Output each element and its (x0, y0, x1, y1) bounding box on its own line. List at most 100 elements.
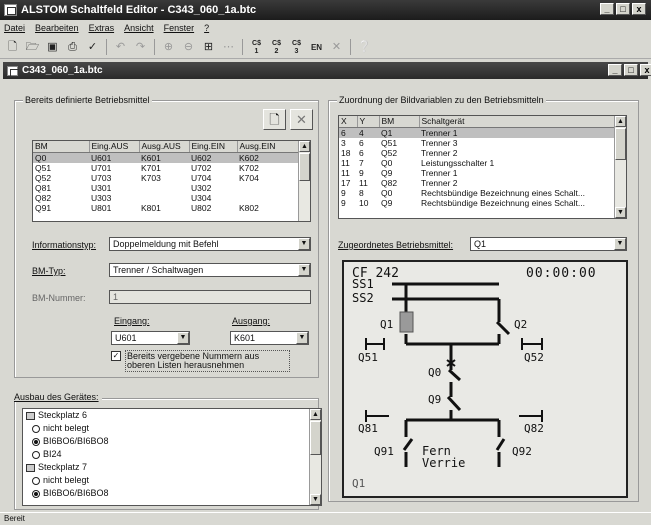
check-icon[interactable]: ✓ (84, 39, 101, 56)
col-header[interactable]: Eing.EIN (189, 141, 238, 153)
menu-bearbeiten[interactable]: Bearbeiten (35, 23, 79, 33)
bm-typ-select[interactable]: Trenner / Schaltwagen ▼ (109, 263, 311, 277)
save-icon[interactable]: ▣ (44, 39, 61, 56)
cross-icon[interactable]: ✕ (328, 39, 345, 56)
list-item[interactable]: Steckplatz 7 (26, 461, 321, 474)
dropdown-arrow-icon[interactable]: ▼ (296, 332, 308, 344)
table-row[interactable]: Q82 U303 U304 (33, 193, 310, 203)
maximize-button[interactable]: □ (616, 3, 630, 15)
menu-ansicht[interactable]: Ansicht (124, 23, 154, 33)
open-folder-icon[interactable]: 🗁 (24, 39, 41, 56)
menu-extras[interactable]: Extras (89, 23, 115, 33)
zoom-fit-icon[interactable]: ⊞ (200, 39, 217, 56)
exclude-numbers-checkbox[interactable]: ✓ (111, 351, 121, 361)
ausgang-select[interactable]: K601 ▼ (230, 331, 309, 345)
bm-table[interactable]: BM Eing.AUS Ausg.AUS Eing.EIN Ausg.EIN Q… (32, 140, 311, 222)
print-icon[interactable]: ⎙ (64, 39, 81, 56)
doc-maximize-button[interactable]: □ (624, 64, 638, 76)
ausbau-scrollbar[interactable]: ▲ ▼ (309, 409, 321, 505)
scroll-thumb[interactable] (310, 421, 321, 455)
menu-datei[interactable]: Datei (4, 23, 25, 33)
dropdown-arrow-icon[interactable]: ▼ (298, 264, 310, 276)
en-button[interactable]: EN (308, 39, 325, 56)
minimize-button[interactable]: _ (600, 3, 614, 15)
zugeordnet-select[interactable]: Q1 ▼ (470, 237, 627, 251)
redo-icon[interactable]: ↷ (132, 39, 149, 56)
cell: Trenner 2 (421, 177, 458, 188)
new-entry-button[interactable]: 🗋 (263, 109, 286, 130)
c2-button[interactable]: C$ 2 (268, 39, 285, 56)
col-header[interactable]: Y (357, 116, 380, 128)
list-item[interactable]: Steckplatz 6 (26, 409, 321, 422)
table-row[interactable]: Q52 U703 K703 U704 K704 (33, 173, 310, 183)
table-row[interactable]: Q81 U301 U302 (33, 183, 310, 193)
field-diagram[interactable]: CF 242 00:00:00 SS1 SS2 Q1 Q2 Q51 Q52 Q0… (342, 260, 628, 498)
slot-icon (26, 411, 35, 420)
list-item[interactable]: nicht belegt (26, 474, 321, 487)
radio-button[interactable] (32, 476, 40, 485)
new-file-icon[interactable]: 🗋 (4, 39, 21, 56)
c3-button[interactable]: C$ 3 (288, 39, 305, 56)
scroll-up-arrow-icon[interactable]: ▲ (310, 409, 321, 420)
close-button[interactable]: x (632, 3, 646, 15)
scroll-thumb[interactable] (615, 128, 626, 160)
zuordnung-table[interactable]: X Y BM Schaltgerät 6 4 Q1 Trenner 1 3 6 Q51 Tr… (338, 115, 627, 219)
scroll-thumb[interactable] (299, 153, 310, 181)
table-row[interactable]: Q51 U701 K701 U702 K702 (33, 163, 310, 173)
informationstyp-select[interactable]: Doppelmeldung mit Befehl ▼ (109, 237, 311, 251)
table-row[interactable]: 6 4 Q1 Trenner 1 (339, 127, 626, 138)
table-row[interactable]: 18 6 Q52 Trenner 2 (339, 148, 626, 158)
radio-button[interactable] (32, 450, 40, 459)
table-row[interactable]: 9 8 Q0 Rechtsbündige Bezeichnung eines Scha… (339, 188, 626, 198)
list-item[interactable]: nicht belegt (26, 422, 321, 435)
cell: 6 (359, 137, 364, 148)
cell: Q51 (35, 162, 52, 173)
scroll-down-arrow-icon[interactable]: ▼ (615, 207, 626, 218)
dropdown-arrow-icon[interactable]: ▼ (177, 332, 189, 344)
col-header[interactable]: Ausg.AUS (139, 141, 190, 153)
table-row[interactable]: 3 6 Q51 Trenner 3 (339, 138, 626, 148)
ausbau-list[interactable]: Steckplatz 6 nicht belegt BI6BO6/BI6BO8 … (22, 408, 322, 506)
scroll-up-arrow-icon[interactable]: ▲ (299, 141, 310, 152)
table-row[interactable]: Q91 U801 K801 U802 K802 (33, 203, 310, 213)
list-item[interactable]: BI6BO6/BI6BO8 (26, 487, 321, 500)
eingang-select[interactable]: U601 ▼ (111, 331, 190, 345)
table-row[interactable]: 11 9 Q9 Trenner 1 (339, 168, 626, 178)
bm-typ-value: Trenner / Schaltwagen (113, 265, 204, 275)
bm-table-scrollbar[interactable]: ▲ (298, 141, 310, 221)
option-label: BI6BO6/BI6BO8 (43, 488, 109, 498)
zoom-out-icon[interactable]: ⊖ (180, 39, 197, 56)
scroll-down-arrow-icon[interactable]: ▼ (310, 494, 321, 505)
zoom-in-icon[interactable]: ⊕ (160, 39, 177, 56)
table-row[interactable]: 17 11 Q82 Trenner 2 (339, 178, 626, 188)
delete-entry-button[interactable]: ✕ (290, 109, 313, 130)
dropdown-arrow-icon[interactable]: ▼ (614, 238, 626, 250)
col-header[interactable]: Schaltgerät (419, 116, 626, 128)
q1-selected-switch (399, 311, 414, 333)
table-row[interactable]: Q0 U601 K601 U602 K602 (33, 152, 310, 163)
q91-switch (402, 438, 414, 451)
c1-button[interactable]: C$ 1 (248, 39, 265, 56)
radio-button[interactable] (32, 424, 40, 433)
undo-icon[interactable]: ↶ (112, 39, 129, 56)
col-header[interactable]: X (339, 116, 358, 128)
doc-minimize-button[interactable]: _ (608, 64, 622, 76)
menu-fenster[interactable]: Fenster (164, 23, 195, 33)
doc-close-button[interactable]: x (640, 64, 651, 76)
bm-nummer-field[interactable]: 1 (109, 290, 311, 304)
help-icon[interactable]: ❔ (356, 39, 373, 56)
table-row[interactable]: 11 7 Q0 Leistungsschalter 1 (339, 158, 626, 168)
table-row[interactable]: 9 10 Q9 Rechtsbündige Bezeichnung eines Sch… (339, 198, 626, 208)
col-header[interactable]: BM (379, 116, 420, 128)
list-item[interactable]: BI6BO6/BI6BO8 (26, 435, 321, 448)
menu-help[interactable]: ? (204, 23, 209, 33)
dropdown-arrow-icon[interactable]: ▼ (298, 238, 310, 250)
col-header[interactable]: Eing.AUS (89, 141, 140, 153)
col-header[interactable]: BM (33, 141, 90, 153)
zuordnung-scrollbar[interactable]: ▲ ▼ (614, 116, 626, 218)
scroll-up-arrow-icon[interactable]: ▲ (615, 116, 626, 127)
list-item[interactable]: BI24 (26, 448, 321, 461)
grid-icon[interactable]: ⋯ (220, 39, 237, 56)
radio-button[interactable] (32, 489, 40, 498)
radio-button[interactable] (32, 437, 40, 446)
